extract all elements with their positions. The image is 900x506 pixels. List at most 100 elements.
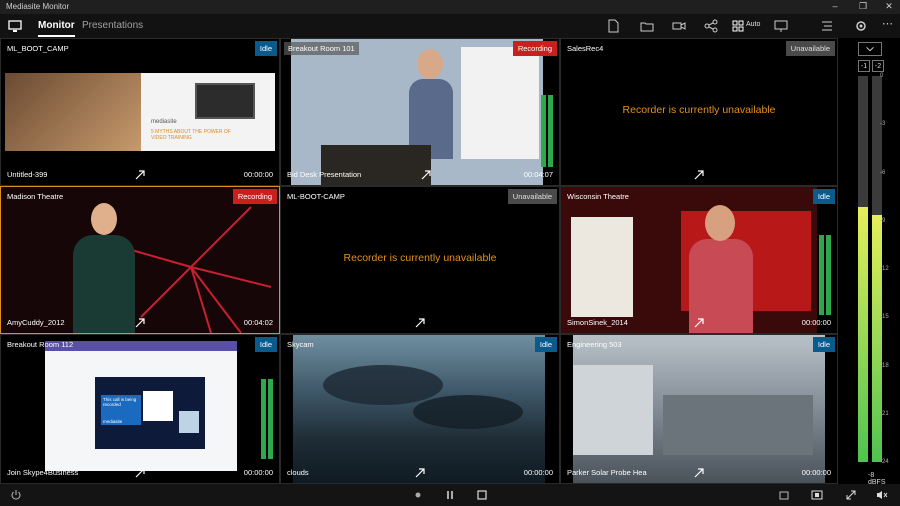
expand-arrow-icon[interactable] (133, 168, 147, 182)
layout-auto-label[interactable]: Auto (746, 21, 760, 28)
picture-in-picture-icon[interactable] (811, 489, 823, 501)
recorder-tile[interactable]: Wisconsin Theatre Idle SimonSinek_2014 0… (560, 186, 838, 334)
elapsed-time: 00:00:00 (523, 468, 553, 477)
status-badge: Idle (812, 337, 835, 352)
collapse-chevron-icon[interactable] (858, 42, 882, 56)
share-icon[interactable] (704, 19, 718, 33)
maximize-icon[interactable]: ❐ (852, 1, 874, 12)
recorder-tile[interactable]: Engineering 503 Idle Parker Solar Probe … (560, 334, 838, 484)
recorder-name: Engineering 503 (567, 340, 622, 349)
monitor-logo-icon (8, 20, 22, 32)
recorder-name: Madison Theatre (7, 192, 64, 201)
audio-level-bars (261, 379, 275, 459)
elapsed-time: 00:00:00 (243, 468, 273, 477)
status-badge: Recording (512, 41, 557, 56)
gear-icon[interactable] (854, 19, 868, 33)
unavailable-message: Recorder is currently unavailable (343, 252, 497, 264)
recorder-name: ML_BOOT_CAMP (7, 44, 69, 53)
expand-arrow-icon[interactable] (133, 466, 147, 480)
recorder-name: Skycam (287, 340, 314, 349)
elapsed-time: 00:04:07 (523, 170, 553, 179)
power-icon[interactable] (10, 489, 22, 501)
meter-tick-label: -15 (880, 314, 889, 321)
channel-button[interactable]: -2 (872, 60, 884, 72)
status-badge: Unavailable (785, 41, 835, 56)
elapsed-time: 00:04:02 (243, 318, 273, 327)
restore-view-icon[interactable] (778, 489, 790, 501)
recorder-tile[interactable]: Breakout Room 101 Recording Bid Desk Pre… (280, 38, 560, 186)
meter-tick-label: -24 (880, 459, 889, 465)
open-folder-icon[interactable] (640, 19, 654, 33)
expand-arrow-icon[interactable] (692, 466, 706, 480)
presentation-title: SimonSinek_2014 (567, 318, 628, 327)
recorder-name: ML-BOOT-CAMP (287, 192, 345, 201)
status-badge: Idle (534, 337, 557, 352)
channel-button[interactable]: -1 (858, 60, 870, 72)
recorder-tile[interactable]: Madison Theatre Recording AmyCuddy_2012 … (0, 186, 280, 334)
expand-arrow-icon[interactable] (413, 316, 427, 330)
fullscreen-icon[interactable] (845, 489, 857, 501)
expand-arrow-icon[interactable] (692, 316, 706, 330)
grid-layout-icon[interactable] (731, 19, 745, 33)
elapsed-time: 00:00:00 (801, 318, 831, 327)
meter-tick-label: -12 (880, 266, 889, 272)
cast-icon[interactable] (774, 19, 788, 33)
recorder-tile[interactable]: Skycam Idle clouds 00:00:00 (280, 334, 560, 484)
meter-tick-label: -21 (880, 410, 889, 417)
unavailable-message: Recorder is currently unavailable (622, 104, 776, 116)
recorder-tile[interactable]: ML-BOOT-CAMP Unavailable Recorder is cur… (280, 186, 560, 334)
pause-icon[interactable] (444, 489, 456, 501)
recorder-grid: mediasite 5 MYTHS ABOUT THE POWER OF VID… (0, 38, 838, 484)
presentation-title: Untitled-399 (7, 170, 48, 179)
video-preview (573, 335, 825, 483)
tab-monitor[interactable]: Monitor (38, 20, 75, 37)
elapsed-time: 00:00:00 (243, 170, 273, 179)
minimize-icon[interactable]: – (824, 1, 846, 11)
slide-text: 5 MYTHS ABOUT THE POWER OF VIDEO TRAININ… (151, 129, 231, 141)
skype-call-text: This call is being recorded (103, 397, 137, 407)
tab-presentations[interactable]: Presentations (82, 20, 143, 31)
recorder-name: SalesRec4 (567, 44, 604, 53)
bottom-toolbar (0, 484, 900, 506)
recorder-name: Wisconsin Theatre (567, 192, 629, 201)
video-preview (291, 39, 543, 185)
meter-tick-label: -9 (880, 217, 886, 224)
presentation-title: Bid Desk Presentation (287, 170, 362, 179)
presentation-title: clouds (287, 468, 309, 477)
recorder-tile[interactable]: This call is being recorded mediasite Br… (0, 334, 280, 484)
meter-tick-label: -18 (880, 362, 889, 369)
presentation-title: AmyCuddy_2012 (7, 318, 65, 327)
meter-tick-label: -6 (880, 169, 886, 176)
video-preview: This call is being recorded mediasite (45, 341, 237, 471)
stop-icon[interactable] (476, 489, 488, 501)
more-icon[interactable]: ⋯ (882, 17, 896, 31)
list-icon[interactable] (820, 19, 834, 33)
meter-tick-label: -3 (880, 121, 886, 128)
video-preview: mediasite 5 MYTHS ABOUT THE POWER OF VID… (5, 73, 275, 151)
window-titlebar: Mediasite Monitor – ❐ ✕ (0, 0, 900, 14)
expand-arrow-icon[interactable] (692, 168, 706, 182)
new-document-icon[interactable] (606, 19, 620, 33)
elapsed-time: 00:00:00 (801, 468, 831, 477)
video-preview (293, 335, 545, 483)
skype-brand: mediasite (103, 419, 123, 424)
presentation-title: Parker Solar Probe Hea (567, 468, 647, 477)
expand-arrow-icon[interactable] (413, 466, 427, 480)
status-badge: Idle (254, 41, 277, 56)
presentation-title: Join Skype4Business (7, 468, 79, 477)
expand-arrow-icon[interactable] (419, 168, 433, 182)
mute-icon[interactable] (876, 489, 888, 501)
top-navbar: Monitor Presentations Auto ⋯ (0, 14, 900, 38)
camera-icon[interactable] (672, 19, 686, 33)
audio-level-bars (819, 235, 833, 315)
status-badge: Idle (254, 337, 277, 352)
record-icon[interactable] (412, 489, 424, 501)
audio-level-bars (541, 95, 555, 167)
expand-arrow-icon[interactable] (133, 316, 147, 330)
recorder-name: Breakout Room 112 (7, 340, 74, 349)
close-icon[interactable]: ✕ (878, 1, 900, 12)
recorder-tile[interactable]: mediasite 5 MYTHS ABOUT THE POWER OF VID… (0, 38, 280, 186)
status-badge: Unavailable (507, 189, 557, 204)
recorder-tile[interactable]: SalesRec4 Unavailable Recorder is curren… (560, 38, 838, 186)
meter-level-fill (872, 214, 882, 462)
